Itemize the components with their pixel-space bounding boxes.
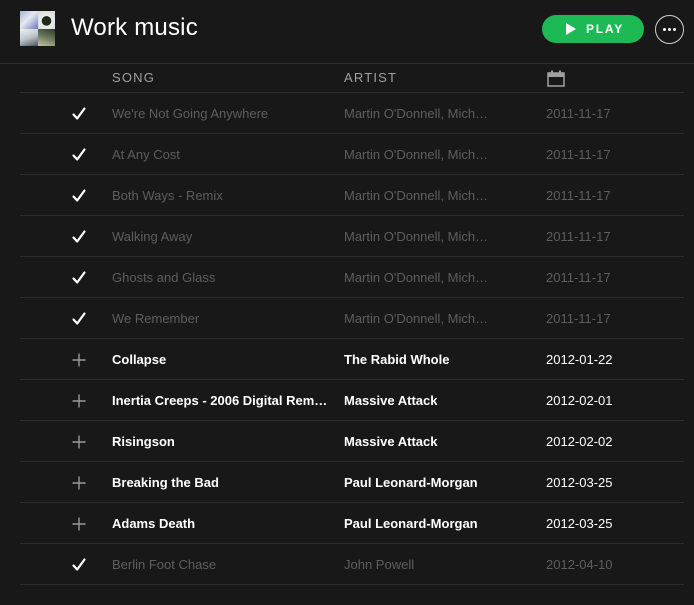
track-artist[interactable]: Martin O'Donnell, Mich… [344,269,494,286]
track-title: Ghosts and Glass [112,270,216,285]
column-headers: SONG ARTIST [0,64,694,92]
track-date-added: 2012-03-25 [546,516,613,531]
track-title: At Any Cost [112,147,180,162]
check-icon[interactable] [70,228,88,246]
plus-icon[interactable] [70,392,88,410]
track-title: We're Not Going Anywhere [112,106,269,121]
track-title: Both Ways - Remix [112,188,223,203]
track-date-added: 2012-02-02 [546,434,613,449]
track-title: Berlin Foot Chase [112,557,217,572]
track-title: Breaking the Bad [112,475,219,490]
track-artist[interactable]: Massive Attack [344,433,494,450]
track-row[interactable]: Ghosts and Glass Martin O'Donnell, Mich… 2… [20,256,684,297]
track-date-added: 2012-01-22 [546,352,613,367]
plus-icon[interactable] [70,351,88,369]
track-row[interactable]: Collapse The Rabid Whole 2012-01-22 [20,338,684,379]
track-row[interactable]: We Remember Martin O'Donnell, Mich… 2011-1… [20,297,684,338]
column-header-artist[interactable]: ARTIST [344,70,397,85]
track-artist[interactable]: Martin O'Donnell, Mich… [344,228,494,245]
calendar-icon[interactable] [547,70,565,87]
track-artist[interactable]: Martin O'Donnell, Mich… [344,105,494,122]
check-icon[interactable] [70,556,88,574]
track-artist[interactable]: Martin O'Donnell, Mich… [344,310,494,327]
check-icon[interactable] [70,269,88,287]
track-title: Walking Away [112,229,193,244]
track-title: Collapse [112,352,167,367]
plus-icon[interactable] [70,474,88,492]
track-artist[interactable]: Paul Leonard-Morgan [344,515,494,532]
track-artist[interactable]: Martin O'Donnell, Mich… [344,146,494,163]
track-row[interactable]: Breaking the Bad Paul Leonard-Morgan 2012-… [20,461,684,502]
check-icon[interactable] [70,310,88,328]
track-date-added: 2011-11-17 [546,270,611,285]
playlist-view: Work music PLAY SONG ARTIST We're Not Go… [0,0,694,605]
track-artist[interactable]: John Powell [344,556,494,573]
track-row[interactable]: At Any Cost Martin O'Donnell, Mich… 2011-1… [20,133,684,174]
playlist-cover-art [20,11,55,46]
check-icon[interactable] [70,146,88,164]
track-artist[interactable]: Massive Attack [344,392,494,409]
play-icon [565,23,576,35]
track-artist[interactable]: Paul Leonard-Morgan [344,474,494,491]
track-date-added: 2011-11-17 [546,311,611,326]
track-row[interactable]: Inertia Creeps - 2006 Digital Rem… Massiv… [20,379,684,420]
check-icon[interactable] [70,187,88,205]
track-artist[interactable]: Martin O'Donnell, Mich… [344,187,494,204]
track-date-added: 2011-11-17 [546,188,611,203]
track-artist[interactable]: The Rabid Whole [344,351,494,368]
track-row[interactable]: Both Ways - Remix Martin O'Donnell, Mich…… [20,174,684,215]
track-title: Risingson [112,434,175,449]
track-date-added: 2011-11-17 [546,229,611,244]
track-list: We're Not Going Anywhere Martin O'Donnell… [20,92,684,585]
track-title: Adams Death [112,516,196,531]
list-divider [20,584,684,585]
column-header-song[interactable]: SONG [112,70,155,85]
track-date-added: 2012-03-25 [546,475,613,490]
track-date-added: 2012-02-01 [546,393,613,408]
track-row[interactable]: We're Not Going Anywhere Martin O'Donnell… [20,92,684,133]
track-row[interactable]: Risingson Massive Attack 2012-02-02 [20,420,684,461]
track-row[interactable]: Walking Away Martin O'Donnell, Mich… 2011-… [20,215,684,256]
track-row[interactable]: Berlin Foot Chase John Powell 2012-04-10 [20,543,684,584]
play-button-label: PLAY [585,22,625,36]
more-icon [663,28,666,31]
track-date-added: 2011-11-17 [546,106,611,121]
plus-icon[interactable] [70,433,88,451]
playlist-header: Work music PLAY [0,0,694,57]
plus-icon[interactable] [70,515,88,533]
playlist-title: Work music [71,14,198,41]
track-title: Inertia Creeps - 2006 Digital Rem… [112,393,328,408]
play-button[interactable]: PLAY [542,15,644,43]
track-title: We Remember [112,311,200,326]
track-date-added: 2011-11-17 [546,147,611,162]
check-icon[interactable] [70,105,88,123]
more-options-button[interactable] [655,15,684,44]
track-row[interactable]: Adams Death Paul Leonard-Morgan 2012-03-25 [20,502,684,543]
track-date-added: 2012-04-10 [546,557,613,572]
